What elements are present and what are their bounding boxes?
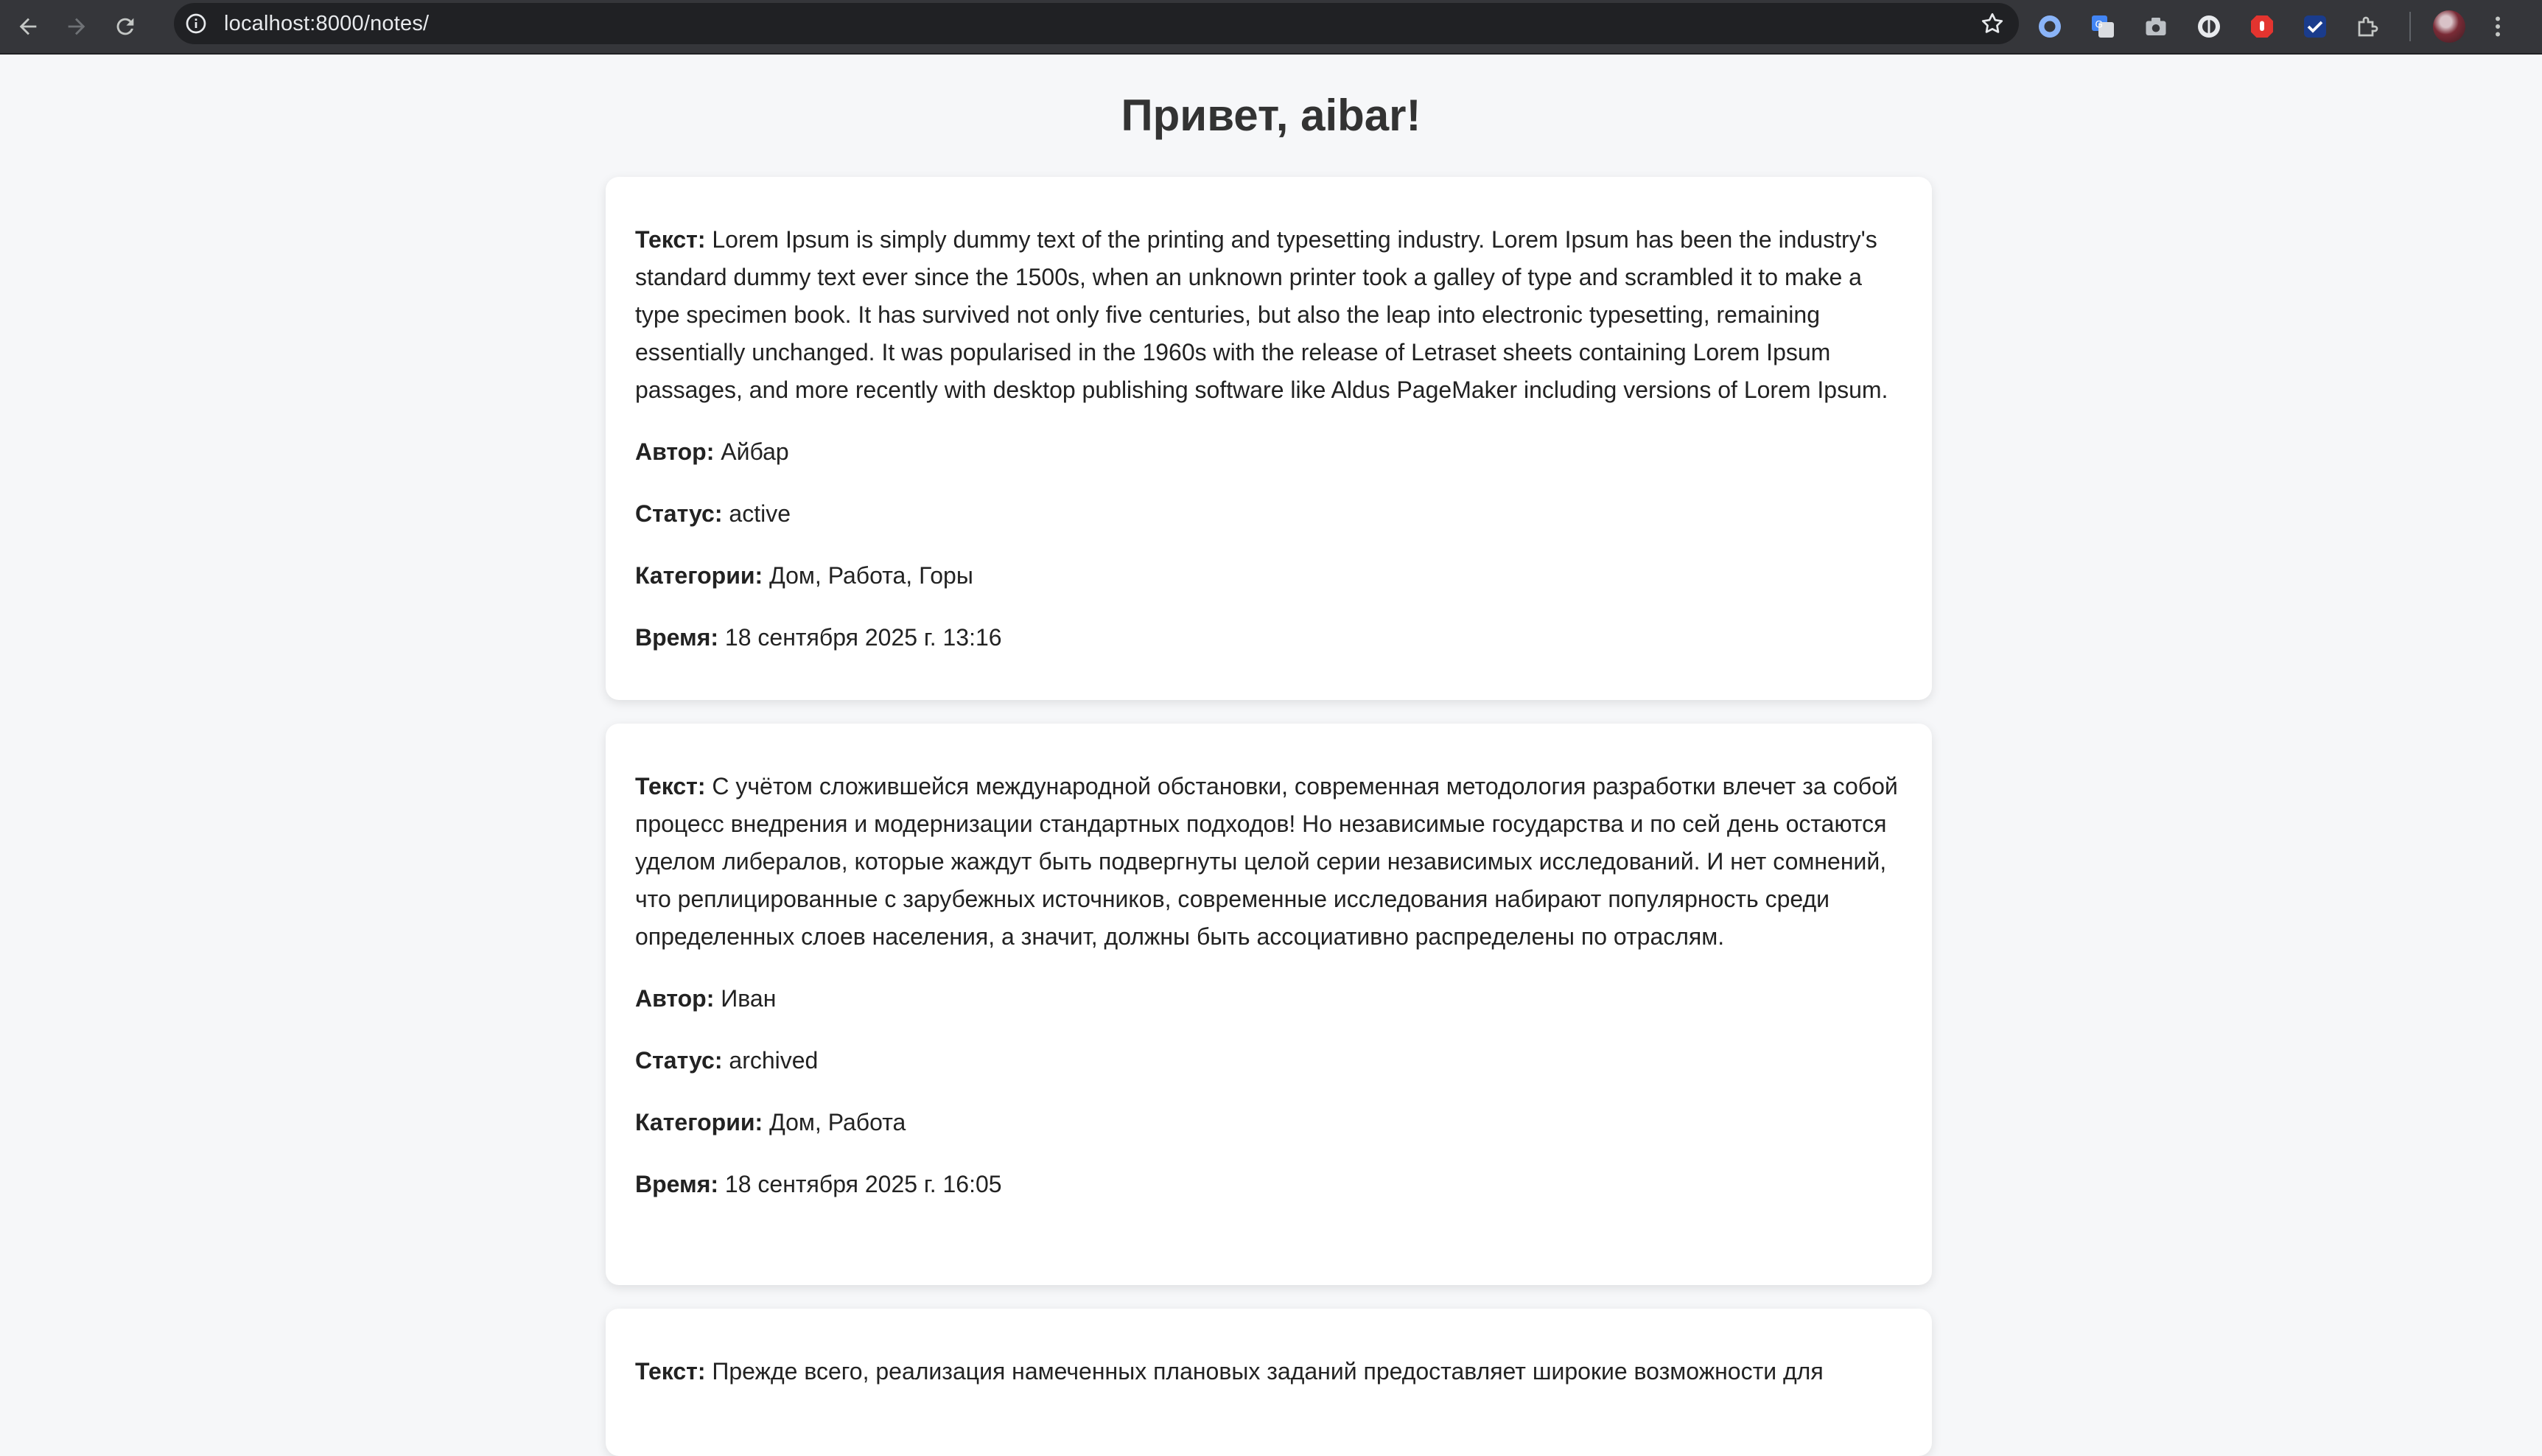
extension-button-2[interactable] <box>2194 12 2224 41</box>
note-time-label: Время: <box>635 1171 719 1197</box>
note-text-row: Текст: Прежде всего, реализация намеченн… <box>635 1353 1904 1390</box>
note-time: 18 сентября 2025 г. 13:16 <box>724 624 1002 651</box>
translate-icon: G <box>2092 15 2114 38</box>
note-author-label: Автор: <box>635 438 715 465</box>
note-text-label: Текст: <box>635 226 706 253</box>
todo-extension-button[interactable] <box>2300 12 2330 41</box>
note-time: 18 сентября 2025 г. 16:05 <box>724 1171 1002 1197</box>
url-text[interactable]: localhost:8000/notes/ <box>224 12 429 36</box>
note-text: С учётом сложившейся международной обста… <box>635 773 1898 950</box>
reload-button[interactable] <box>105 6 146 47</box>
toolbar-divider <box>2409 12 2411 41</box>
note-categories: Дом, Работа, Горы <box>769 562 973 589</box>
note-status: active <box>729 500 791 527</box>
note-time-label: Время: <box>635 624 719 651</box>
note-categories-row: Категории: Дом, Работа, Горы <box>635 557 1904 595</box>
browser-toolbar: localhost:8000/notes/ G <box>0 0 2542 53</box>
note-categories-label: Категории: <box>635 562 763 589</box>
bookmark-star-icon[interactable] <box>1979 10 2006 37</box>
back-button[interactable] <box>7 6 49 47</box>
page-title: Привет, aibar! <box>1121 91 1421 140</box>
reload-icon <box>116 18 134 35</box>
arrow-right-icon <box>68 18 85 35</box>
extensions-menu-button[interactable] <box>2353 12 2383 41</box>
screenshot-extension-button[interactable] <box>2141 12 2171 41</box>
note-author-row: Автор: Иван <box>635 980 1904 1018</box>
stop-hand-icon <box>2251 15 2273 38</box>
note-text-label: Текст: <box>635 773 706 799</box>
svg-text:G: G <box>2095 19 2104 30</box>
more-vertical-icon[interactable] <box>2485 10 2511 43</box>
profile-avatar[interactable] <box>2433 10 2465 43</box>
note-categories-label: Категории: <box>635 1109 763 1135</box>
note-author: Айбар <box>721 438 789 465</box>
info-icon[interactable] <box>184 12 208 35</box>
note-status-label: Статус: <box>635 1047 723 1074</box>
note-categories: Дом, Работа <box>769 1109 906 1135</box>
page-content: Привет, aibar! Текст: Lorem Ipsum is sim… <box>0 55 2542 1456</box>
note-card: Текст: Lorem Ipsum is simply dummy text … <box>606 177 1932 700</box>
note-status-row: Статус: active <box>635 495 1904 533</box>
note-author: Иван <box>721 985 777 1012</box>
checkmark-icon <box>2304 15 2326 38</box>
note-categories-row: Категории: Дом, Работа <box>635 1104 1904 1141</box>
puzzle-icon <box>2358 16 2378 37</box>
adblock-extension-button[interactable] <box>2247 12 2277 41</box>
note-time-row: Время: 18 сентября 2025 г. 13:16 <box>635 619 1904 657</box>
note-text-row: Текст: С учётом сложившейся международно… <box>635 768 1904 956</box>
forward-button[interactable] <box>56 6 97 47</box>
note-author-label: Автор: <box>635 985 715 1012</box>
note-author-row: Автор: Айбар <box>635 433 1904 471</box>
extension-button[interactable] <box>2035 12 2065 41</box>
note-card: Текст: Прежде всего, реализация намеченн… <box>606 1309 1932 1456</box>
note-status-label: Статус: <box>635 500 723 527</box>
translate-extension-button[interactable]: G <box>2088 12 2118 41</box>
note-status: archived <box>729 1047 819 1074</box>
extensions-bar: G <box>2035 0 2511 53</box>
circle-extension-icon <box>2039 15 2061 38</box>
note-text: Прежде всего, реализация намеченных план… <box>712 1358 1824 1385</box>
note-status-row: Статус: archived <box>635 1042 1904 1079</box>
note-text-label: Текст: <box>635 1358 706 1385</box>
note-card: Текст: С учётом сложившейся международно… <box>606 724 1932 1285</box>
address-bar[interactable]: localhost:8000/notes/ <box>174 3 2019 44</box>
note-text: Lorem Ipsum is simply dummy text of the … <box>635 226 1888 403</box>
camera-icon <box>2146 18 2166 35</box>
note-text-row: Текст: Lorem Ipsum is simply dummy text … <box>635 221 1904 409</box>
ghostery-icon <box>2198 15 2220 38</box>
arrow-left-icon <box>19 18 37 35</box>
note-time-row: Время: 18 сентября 2025 г. 16:05 <box>635 1166 1904 1203</box>
